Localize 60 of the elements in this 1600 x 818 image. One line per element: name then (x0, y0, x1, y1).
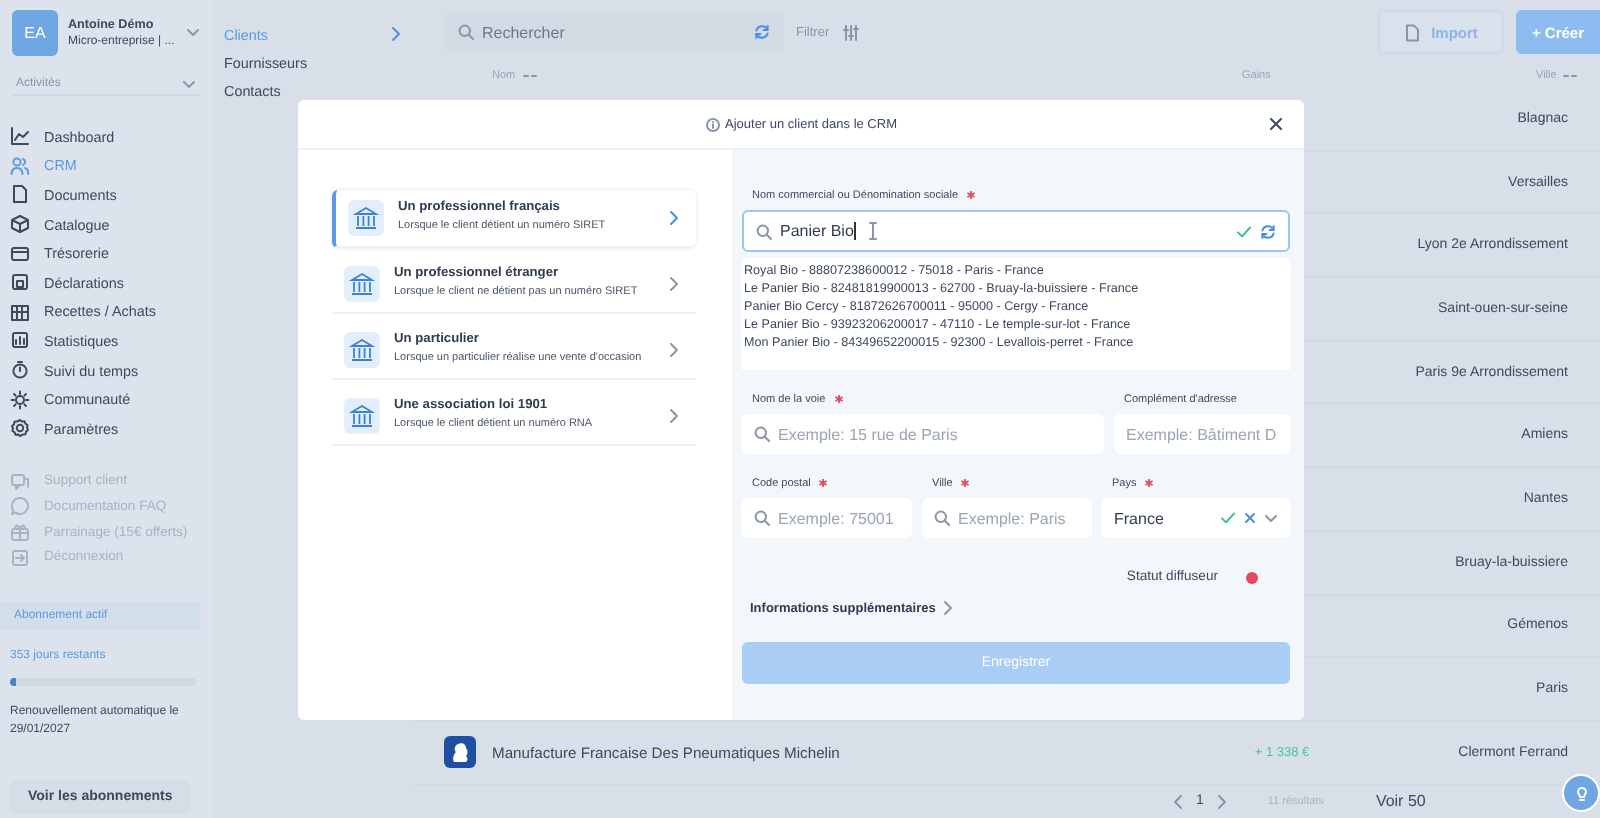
caret-icon (182, 79, 196, 89)
search-icon (754, 510, 770, 526)
settings-icon (10, 418, 30, 439)
file-icon (1403, 23, 1420, 41)
bank-icon (348, 200, 384, 236)
card-icon (10, 243, 30, 264)
bank-icon (344, 398, 380, 434)
search-icon (754, 426, 770, 442)
search-icon (756, 223, 772, 239)
chevron-icon (668, 210, 680, 226)
document-icon (10, 184, 30, 205)
clear-icon (1244, 512, 1256, 524)
required-icon (966, 190, 977, 200)
bank-icon (344, 266, 380, 302)
company-logo (444, 736, 476, 769)
stopwatch-icon (10, 360, 30, 381)
gift-icon (10, 522, 30, 543)
statistics-icon (10, 330, 30, 351)
next-icon (1215, 793, 1228, 810)
text-cursor-icon (867, 222, 878, 240)
required-icon (1144, 478, 1155, 488)
search-icon (458, 24, 474, 40)
box-icon (10, 214, 30, 235)
required-icon (833, 394, 844, 404)
bubble-icon (10, 496, 30, 517)
close-icon[interactable] (1268, 116, 1284, 132)
company-name-field[interactable]: Panier Bio (742, 210, 1290, 252)
chart-icon (10, 126, 30, 147)
chevron-icon (390, 26, 402, 42)
chevron-icon (668, 276, 680, 292)
caret-icon (1264, 513, 1278, 523)
chevron-icon (941, 600, 954, 616)
logout-icon (10, 547, 30, 568)
check-icon (1220, 510, 1236, 526)
calendar-icon (10, 272, 30, 293)
lightbulb-icon (1573, 784, 1589, 802)
avatar: EA (12, 10, 58, 56)
sort-icon (521, 72, 538, 80)
status-dot[interactable] (1246, 571, 1258, 583)
sort-icon (1562, 72, 1579, 80)
refresh-icon (754, 24, 770, 40)
caret-icon[interactable] (186, 28, 200, 38)
previous-icon (1172, 793, 1184, 810)
country-select[interactable]: France (1102, 498, 1290, 538)
check-icon (1236, 223, 1252, 239)
chevron-icon (668, 342, 680, 358)
search-icon (934, 510, 950, 526)
help-button[interactable] (1562, 774, 1600, 812)
refresh-icon (1260, 223, 1276, 239)
sliders-icon[interactable] (841, 23, 860, 41)
info-icon (705, 117, 719, 131)
page-size-select[interactable]: Voir 50 (1375, 792, 1426, 811)
required-icon (818, 478, 829, 488)
chat-icon (10, 471, 30, 492)
bank-icon (344, 332, 380, 368)
columns-icon (10, 301, 30, 322)
chevron-icon (668, 408, 680, 424)
people-icon (10, 155, 30, 176)
sun-icon (10, 389, 30, 410)
required-icon (960, 478, 971, 488)
